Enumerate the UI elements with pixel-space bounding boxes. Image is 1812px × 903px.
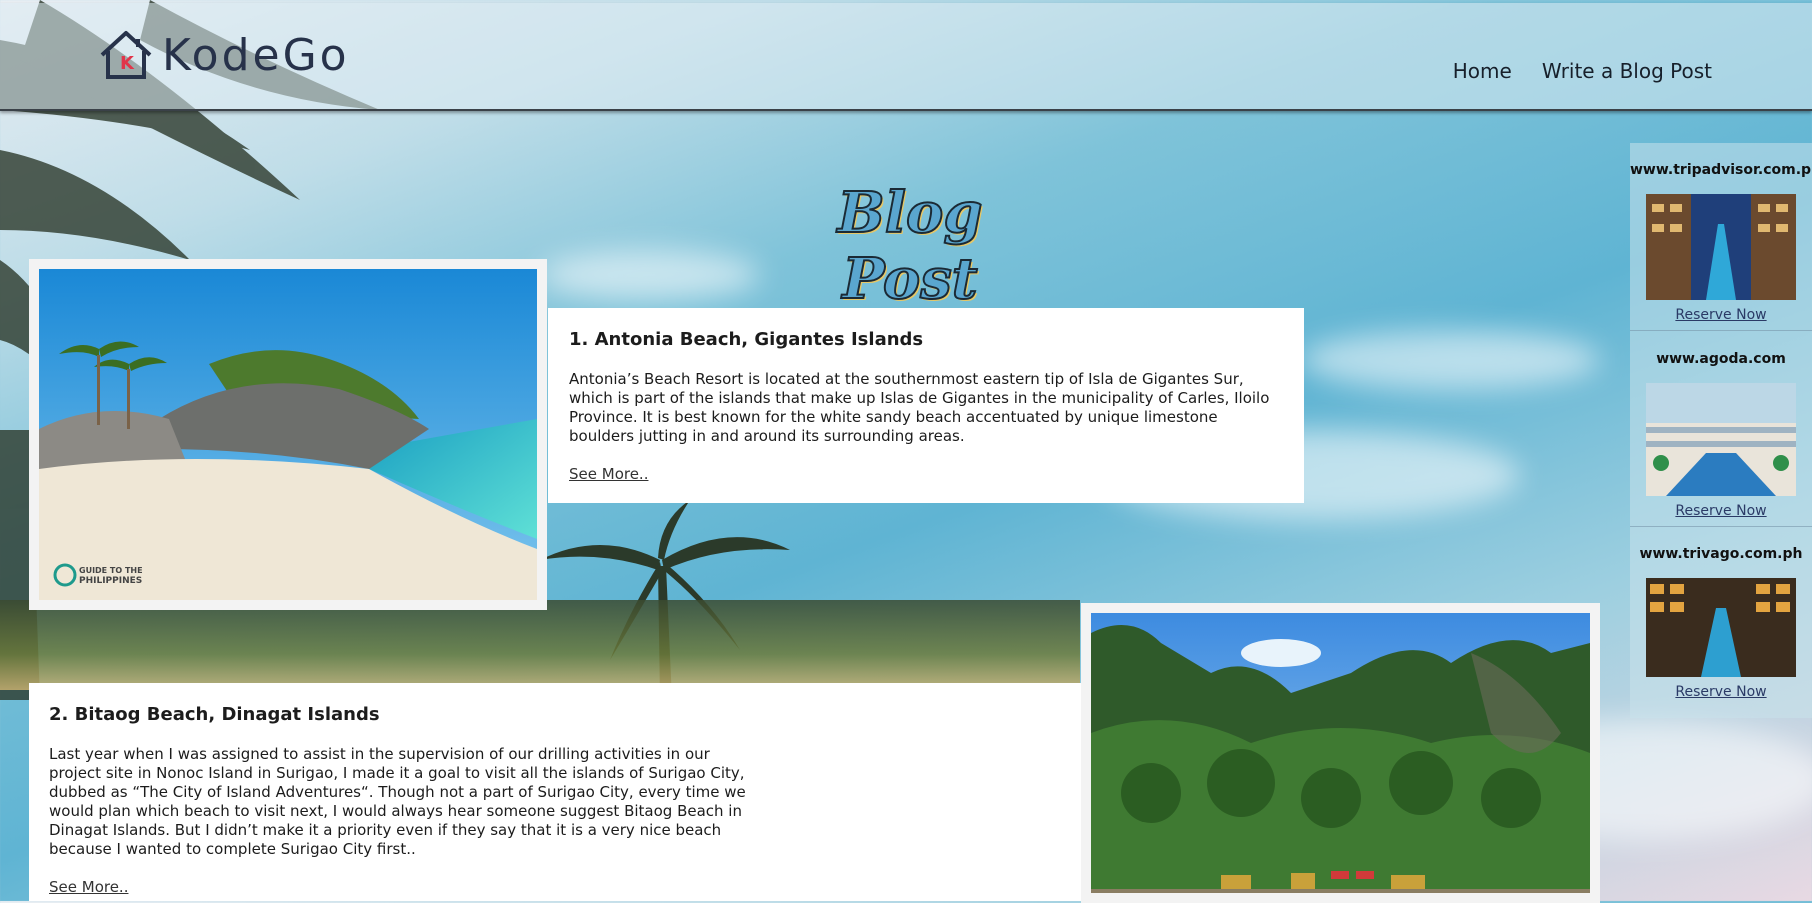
ad-tripadvisor: www.tripadvisor.com.ph Reserve Now (1630, 143, 1812, 331)
palm-foliage-band (0, 600, 1080, 690)
post-1-see-more-link[interactable]: See More.. (569, 465, 648, 483)
site-header: K KodeGo Home Write a Blog Post (0, 3, 1812, 111)
ad-site-name: www.tripadvisor.com.ph (1630, 162, 1812, 178)
hotel-image (1646, 194, 1796, 300)
main-nav: Home Write a Blog Post (1453, 59, 1712, 83)
post-2-title: 2. Bitaog Beach, Dinagat Islands (49, 704, 380, 725)
ad-site-name: www.agoda.com (1656, 351, 1786, 367)
page-title: Blog Post (836, 179, 983, 313)
ad-reserve-now-link[interactable]: Reserve Now (1675, 684, 1766, 700)
jungle-beach-image (1091, 613, 1590, 893)
cloud (1300, 330, 1600, 390)
nav-write-blog-link[interactable]: Write a Blog Post (1542, 59, 1712, 83)
house-logo-icon: K (100, 31, 152, 79)
post-1-card: 1. Antonia Beach, Gigantes Islands Anton… (548, 308, 1304, 503)
ad-agoda: www.agoda.com Reserve Now (1630, 331, 1812, 527)
ad-sidebar: www.tripadvisor.com.ph Reserve Now www.a… (1630, 143, 1812, 718)
post-1-photo: GUIDE TO THE PHILIPPINES (39, 269, 537, 600)
ad-reserve-now-link[interactable]: Reserve Now (1675, 503, 1766, 519)
post-2-body: Last year when I was assigned to assist … (49, 745, 746, 858)
brand-logo[interactable]: K KodeGo (98, 29, 350, 81)
ad-site-name: www.trivago.com.ph (1639, 546, 1803, 562)
hotel-image (1646, 578, 1796, 677)
post-2-card: 2. Bitaog Beach, Dinagat Islands Last ye… (29, 683, 1082, 901)
svg-text:PHILIPPINES: PHILIPPINES (79, 576, 142, 586)
ad-trivago: www.trivago.com.ph Reserve Now (1630, 527, 1812, 718)
brand-name: KodeGo (162, 29, 350, 81)
post-1-photo-frame: GUIDE TO THE PHILIPPINES (29, 259, 547, 610)
watermark-text: GUIDE TO THE (79, 566, 143, 575)
beach-image: GUIDE TO THE PHILIPPINES (39, 269, 537, 600)
post-2-see-more-link[interactable]: See More.. (49, 878, 128, 896)
post-2-photo (1091, 613, 1590, 893)
hotel-image (1646, 383, 1796, 496)
ad-reserve-now-link[interactable]: Reserve Now (1675, 307, 1766, 323)
post-1-title: 1. Antonia Beach, Gigantes Islands (569, 329, 924, 350)
nav-home-link[interactable]: Home (1453, 59, 1512, 83)
post-2-photo-frame (1081, 603, 1600, 903)
post-1-body: Antonia’s Beach Resort is located at the… (569, 370, 1270, 445)
cloud (540, 250, 760, 300)
svg-text:K: K (120, 53, 135, 74)
